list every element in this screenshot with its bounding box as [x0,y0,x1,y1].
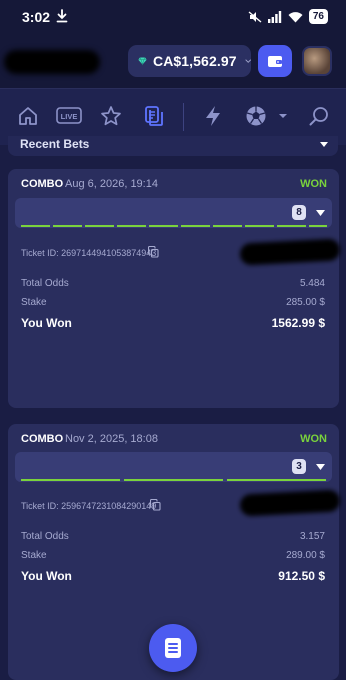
leg-bar [21,479,120,481]
leg-bar [245,225,274,227]
legs-selector[interactable]: 8 [15,198,332,228]
wallet-button[interactable] [258,45,292,77]
wifi-icon [288,11,303,22]
total-odds-label: Total Odds [21,531,69,542]
bet-type: COMBO [21,178,64,190]
home-icon[interactable] [17,105,39,127]
bet-status: WON [300,178,327,190]
caret-down-icon[interactable] [278,113,288,119]
total-odds-value: 5.484 [299,278,325,289]
caret-down-icon [320,142,328,147]
section-title: Recent Bets [20,137,90,151]
leg-bar [21,225,50,227]
battery-icon: 76 [308,9,328,24]
chevron-down-icon [244,59,251,63]
soccer-ball-icon[interactable] [245,105,267,127]
live-label: LIVE [61,112,78,121]
legs-count-badge: 8 [292,205,306,220]
bet-status: WON [300,433,327,445]
nav-divider [183,103,184,131]
leg-bar [227,479,326,481]
status-bar: 3:02 76 [0,0,346,34]
bet-date: Nov 2, 2025, 18:08 [65,433,158,445]
total-odds-value: 3.157 [299,531,325,542]
caret-down-icon [316,464,325,470]
redacted-area [239,489,341,517]
mute-icon [248,10,262,23]
ticket-id: Ticket ID: 2697144941053874943 [21,248,157,258]
star-icon[interactable] [100,105,122,127]
signal-icon [267,10,282,23]
legs-count-badge: 3 [292,459,306,474]
you-won-value: 912.50 $ [278,569,325,583]
leg-bar [181,225,210,227]
stake-value: 289.00 $ [286,550,325,561]
leg-bar [213,225,242,227]
leg-bar [149,225,178,227]
betslip-button[interactable] [149,624,197,672]
app-header: CA$1,562.97 [0,34,346,88]
download-icon [56,9,68,23]
ticket-id: Ticket ID: 2596747231084290149 [21,501,157,511]
total-odds-label: Total Odds [21,278,69,289]
gem-icon [138,57,147,66]
betslip-icon [165,638,181,658]
recent-bets-dropdown[interactable]: Recent Bets [8,136,338,156]
copy-icon[interactable] [150,499,161,511]
leg-bar [309,225,327,227]
my-bets-icon[interactable] [143,105,165,127]
you-won-label: You Won [21,569,72,583]
leg-bar [124,479,223,481]
stake-value: 285.00 $ [286,297,325,308]
live-icon[interactable]: LIVE [56,107,82,124]
bet-date: Aug 6, 2026, 19:14 [65,178,158,190]
balance-button[interactable]: CA$1,562.97 [128,45,251,77]
search-icon[interactable] [308,105,330,127]
bet-card[interactable]: COMBO Aug 6, 2026, 19:14 WON 8 Ticket ID… [8,169,341,408]
wallet-icon [268,56,282,67]
you-won-label: You Won [21,316,72,330]
leg-bar [277,225,306,227]
legs-selector[interactable]: 3 [15,452,332,482]
redacted-logo [4,50,100,74]
caret-down-icon [316,210,325,216]
status-icons: 76 [248,9,328,24]
leg-bar [85,225,114,227]
bet-type: COMBO [21,433,64,445]
balance-amount: CA$1,562.97 [152,53,237,69]
stake-label: Stake [21,297,47,308]
lightning-icon[interactable] [203,105,223,127]
copy-icon[interactable] [148,246,159,258]
you-won-value: 1562.99 $ [271,316,325,330]
redacted-area [239,238,341,266]
stake-label: Stake [21,550,47,561]
status-time: 3:02 [22,9,51,25]
avatar[interactable] [302,46,332,76]
leg-bar [53,225,82,227]
leg-bar [117,225,146,227]
